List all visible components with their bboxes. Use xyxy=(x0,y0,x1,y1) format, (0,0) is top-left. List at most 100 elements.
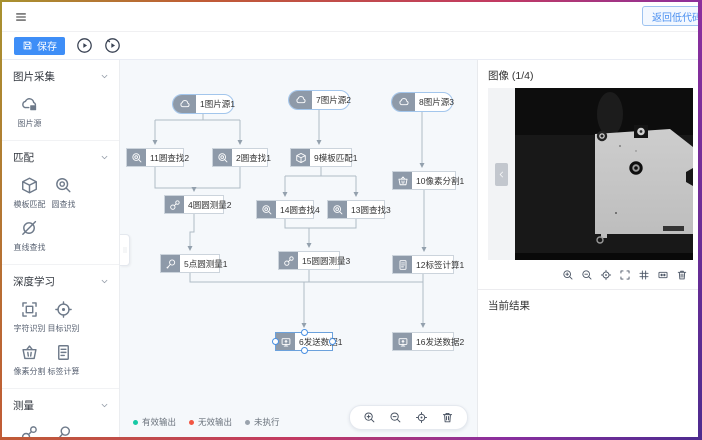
node-label: 1图片源1 xyxy=(196,95,239,113)
image-nav-strip xyxy=(488,88,515,260)
legend-label: 无效输出 xyxy=(198,416,232,428)
flow-node-n8[interactable]: 8图片源3 xyxy=(391,92,453,112)
flow-node-n10[interactable]: 10像素分割1 xyxy=(392,171,456,190)
prev-image-button[interactable] xyxy=(495,163,508,186)
main-area: 图片采集图片源匹配模板匹配圆查找直线查找深度学习字符识别目标识别像素分割标签计算… xyxy=(2,60,698,437)
section-items: 字符识别目标识别像素分割标签计算 xyxy=(13,300,110,377)
save-icon xyxy=(22,40,33,51)
selection-anchor-l[interactable] xyxy=(272,338,279,345)
node-label: 7图片源2 xyxy=(312,91,355,109)
legend-item: 无效输出 xyxy=(189,416,232,428)
locate-icon[interactable] xyxy=(600,269,612,281)
node-label: 11圆查找2 xyxy=(146,149,193,166)
node-label: 10像素分割1 xyxy=(412,172,468,189)
sidebar-tool-cube[interactable]: 模板匹配 xyxy=(13,176,46,210)
zoom-in-icon[interactable] xyxy=(363,411,376,424)
selection-anchor-r[interactable] xyxy=(329,338,336,345)
legend-dot xyxy=(133,420,138,425)
node-label: 12标签计算1 xyxy=(412,256,468,273)
top-header: 返回低代码 xyxy=(2,2,698,32)
sidebar-collapse-handle[interactable] xyxy=(120,234,130,266)
node-label: 2圆查找1 xyxy=(232,149,275,166)
chevron-down-icon xyxy=(99,152,110,163)
fullscreen-icon[interactable] xyxy=(619,269,631,281)
tool-sidebar: 图片采集图片源匹配模板匹配圆查找直线查找深度学习字符识别目标识别像素分割标签计算… xyxy=(2,60,120,437)
node-label: 5点圆测量1 xyxy=(180,255,231,272)
flow-node-n11[interactable]: 11圆查找2 xyxy=(126,148,184,167)
flow-node-n14[interactable]: 14圆查找4 xyxy=(256,200,314,219)
sidebar-tool-doc[interactable]: 标签计算 xyxy=(47,343,80,377)
run-button[interactable] xyxy=(76,37,93,54)
locate-icon[interactable] xyxy=(415,411,428,424)
fit-icon[interactable] xyxy=(657,269,669,281)
node-label: 9模板匹配1 xyxy=(310,149,361,166)
node-label: 16发送数据2 xyxy=(412,333,468,350)
basket-icon xyxy=(20,343,39,362)
legend-dot xyxy=(245,420,250,425)
flow-node-n5[interactable]: 5点圆测量1 xyxy=(160,254,220,273)
back-to-lowcode-button[interactable]: 返回低代码 xyxy=(642,6,698,26)
flow-node-n1[interactable]: 1图片源1 xyxy=(172,94,234,114)
circle-circle-icon xyxy=(279,252,298,269)
flow-node-n12[interactable]: 12标签计算1 xyxy=(392,255,454,274)
node-label: 14圆查找4 xyxy=(276,201,324,218)
chevron-down-icon xyxy=(99,276,110,287)
circle-search-icon xyxy=(257,201,276,218)
tool-label: 直线查找 xyxy=(14,242,46,253)
sidebar-section-0: 图片采集图片源 xyxy=(2,60,119,141)
circle-search-icon xyxy=(54,176,73,195)
flow-node-n6[interactable]: 6发送数据1 xyxy=(275,332,333,351)
cloud-icon xyxy=(289,91,312,109)
status-legend: 有效输出无效输出未执行 xyxy=(133,416,280,428)
sidebar-tool-point-circle[interactable]: 点圆测量 xyxy=(47,424,80,437)
run-once-button[interactable] xyxy=(104,37,121,54)
section-title: 图片采集 xyxy=(13,69,55,84)
flow-canvas[interactable]: 1图片源1 7图片源2 8图片源3 11圆查找2 2圆查找1 9模板匹配1 10像素分割1 4… xyxy=(120,60,477,437)
sidebar-tool-target[interactable]: 目标识别 xyxy=(47,300,80,334)
section-items: 圆圆测量点圆测量点点测量 xyxy=(13,424,110,437)
cloud-icon xyxy=(392,93,415,111)
workpiece-image[interactable] xyxy=(515,88,693,260)
image-toolbar xyxy=(478,260,698,289)
flow-node-n9[interactable]: 9模板匹配1 xyxy=(290,148,352,167)
doc-icon xyxy=(54,343,73,362)
edge-layer xyxy=(120,60,477,437)
save-label: 保存 xyxy=(37,38,57,53)
flow-node-n15[interactable]: 15圆圆测量3 xyxy=(278,251,340,270)
canvas-zoom-toolbar xyxy=(349,405,468,430)
flow-node-n13[interactable]: 13圆查找3 xyxy=(327,200,385,219)
sidebar-tool-basket[interactable]: 像素分割 xyxy=(13,343,46,377)
sidebar-tool-circle-circle[interactable]: 圆圆测量 xyxy=(13,424,46,437)
tool-label: 图片源 xyxy=(18,118,42,129)
point-circle-icon xyxy=(54,424,73,437)
sidebar-tool-circle-search[interactable]: 圆查找 xyxy=(47,176,80,210)
flow-node-n16[interactable]: 16发送数据2 xyxy=(392,332,454,351)
trash-icon[interactable] xyxy=(676,269,688,281)
flow-node-n4[interactable]: 4圆圆测量2 xyxy=(164,195,224,214)
sidebar-tool-ocr[interactable]: 字符识别 xyxy=(13,300,46,334)
sidebar-section-1: 匹配模板匹配圆查找直线查找 xyxy=(2,141,119,265)
selection-anchor-t[interactable] xyxy=(301,329,308,336)
cube-icon xyxy=(20,176,39,195)
zoom-out-icon[interactable] xyxy=(581,269,593,281)
grid-icon[interactable] xyxy=(638,269,650,281)
sidebar-section-2: 深度学习字符识别目标识别像素分割标签计算 xyxy=(2,265,119,389)
section-header[interactable]: 图片采集 xyxy=(13,66,110,88)
zoom-out-icon[interactable] xyxy=(389,411,402,424)
section-header[interactable]: 深度学习 xyxy=(13,271,110,293)
flow-node-n2[interactable]: 2圆查找1 xyxy=(212,148,268,167)
trash-icon[interactable] xyxy=(441,411,454,424)
flow-node-n7[interactable]: 7图片源2 xyxy=(288,90,350,110)
menu-hamburger-icon[interactable] xyxy=(14,10,28,24)
section-title: 测量 xyxy=(13,398,34,413)
image-viewer xyxy=(488,88,693,260)
save-button[interactable]: 保存 xyxy=(14,37,65,55)
tool-label: 模板匹配 xyxy=(14,199,46,210)
section-header[interactable]: 测量 xyxy=(13,395,110,417)
zoom-in-icon[interactable] xyxy=(562,269,574,281)
sidebar-tool-cloud-image[interactable]: 图片源 xyxy=(13,95,46,129)
selection-anchor-b[interactable] xyxy=(301,347,308,354)
target-icon xyxy=(54,300,73,319)
sidebar-tool-line-search[interactable]: 直线查找 xyxy=(13,219,46,253)
section-header[interactable]: 匹配 xyxy=(13,147,110,169)
